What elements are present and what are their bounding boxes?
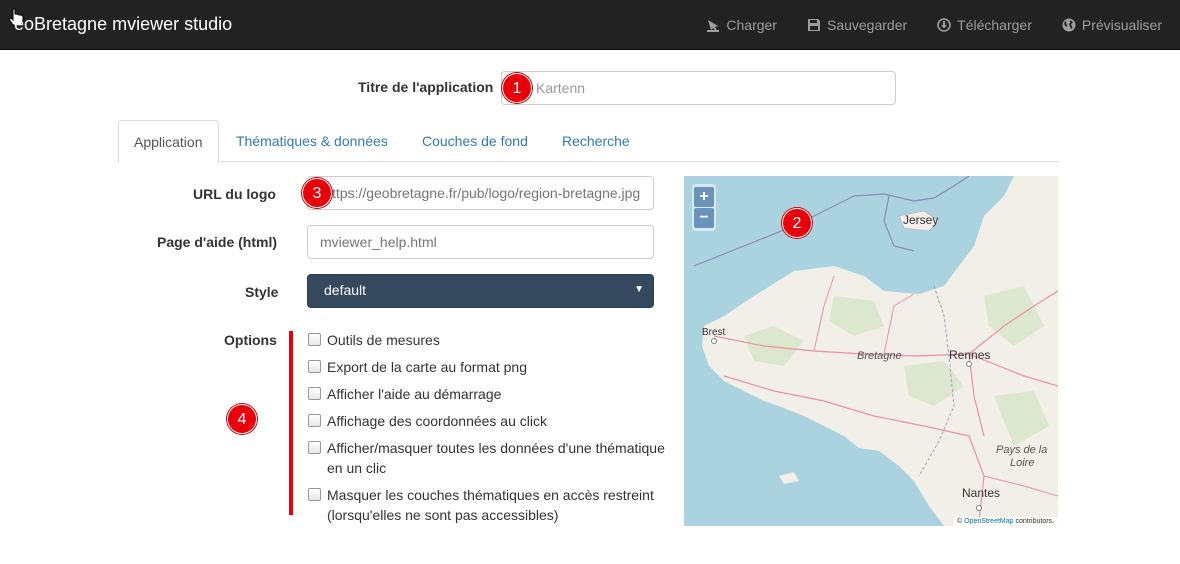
option-checkbox[interactable] — [308, 441, 321, 454]
style-label: Style — [245, 284, 279, 300]
option-label: Affichage des coordonnées au click — [327, 413, 547, 429]
options-label: Options — [224, 332, 277, 348]
map-label-pays-de-la-loire-2: Loire — [1010, 457, 1035, 469]
callout-badge-4: 4 — [227, 404, 257, 434]
option-label: Afficher l'aide au démarrage — [327, 386, 502, 402]
help-page-input[interactable] — [307, 225, 654, 259]
map-label-bretagne: Bretagne — [857, 350, 902, 362]
app-title-label: Titre de l'application — [358, 79, 494, 95]
option-export-png[interactable]: Export de la carte au format png — [308, 357, 668, 377]
osm-link[interactable]: OpenStreetMap — [964, 518, 1013, 525]
style-select[interactable]: default ▼ — [307, 274, 654, 308]
globe-icon — [1062, 18, 1076, 32]
logo-url-label: URL du logo — [193, 186, 276, 202]
map-label-brest: Brest — [702, 327, 726, 338]
city-dot-rennes — [966, 361, 972, 367]
floppy-icon — [807, 19, 820, 31]
maritime-border — [933, 176, 970, 199]
option-checkbox[interactable] — [308, 333, 321, 346]
nav-preview-label: Prévisualiser — [1081, 17, 1162, 33]
map-label-rennes: Rennes — [949, 348, 991, 362]
option-toggle-all-data[interactable]: Afficher/masquer toutes les données d'un… — [308, 438, 668, 478]
nav-save-label: Sauvegarder — [826, 17, 908, 33]
tab-application[interactable]: Application — [118, 120, 219, 163]
option-hide-restricted[interactable]: Masquer les couches thématiques en accès… — [308, 485, 668, 525]
option-label: Afficher/masquer toutes les données d'un… — [327, 440, 665, 476]
option-checkbox[interactable] — [308, 360, 321, 373]
logo-url-input[interactable] — [307, 176, 654, 210]
app-brand[interactable]: éoBretagne mviewer studio — [14, 14, 232, 35]
style-select-value: default — [324, 282, 367, 298]
nav-download-label: Télécharger — [957, 17, 1032, 33]
city-dot-nantes — [976, 505, 982, 511]
option-coordinates-click[interactable]: Affichage des coordonnées au click — [308, 411, 668, 431]
zoom-control: + − — [692, 184, 716, 231]
download-icon — [937, 18, 951, 32]
attribution-suffix: contributors. — [1013, 518, 1054, 525]
nav-load-label: Charger — [726, 17, 777, 33]
top-navbar: éoBretagne mviewer studio Charger Sauveg… — [0, 0, 1180, 50]
options-highlight-bar — [289, 331, 293, 515]
tab-recherche[interactable]: Recherche — [547, 120, 645, 162]
map-label-nantes: Nantes — [962, 486, 1001, 500]
option-help-startup[interactable]: Afficher l'aide au démarrage — [308, 384, 668, 404]
callout-badge-1: 1 — [502, 73, 532, 103]
nav-load-button[interactable]: Charger — [706, 17, 777, 33]
caret-down-icon: ▼ — [634, 284, 644, 295]
navbar-menu: Charger Sauvegarder Télécharger Prévisua… — [676, 0, 1162, 50]
option-label: Outils de mesures — [327, 332, 440, 348]
maritime-border — [693, 193, 935, 267]
option-label: Masquer les couches thématiques en accès… — [327, 487, 654, 523]
tab-thematiques[interactable]: Thématiques & données — [221, 120, 403, 162]
zoom-out-button[interactable]: − — [694, 208, 714, 228]
nav-save-button[interactable]: Sauvegarder — [807, 17, 907, 33]
map-preview[interactable]: + − Jersey Brest Bretagne Rennes Pays de… — [684, 176, 1058, 526]
help-page-label: Page d'aide (html) — [157, 234, 278, 250]
zoom-in-button[interactable]: + — [694, 187, 714, 207]
tab-bar: Application Thématiques & données Couche… — [118, 120, 1058, 163]
option-checkbox[interactable] — [308, 387, 321, 400]
option-measure-tools[interactable]: Outils de mesures — [308, 330, 668, 350]
tab-couches-de-fond[interactable]: Couches de fond — [407, 120, 543, 162]
option-checkbox[interactable] — [308, 488, 321, 501]
island — [779, 472, 799, 484]
map-label-jersey: Jersey — [903, 213, 939, 227]
map-label-pays-de-la-loire-1: Pays de la — [996, 444, 1048, 456]
city-dot-brest — [711, 338, 717, 344]
callout-badge-2: 2 — [782, 208, 812, 238]
map-attribution: © OpenStreetMap contributors. — [953, 517, 1058, 526]
app-title-input[interactable] — [501, 71, 896, 105]
nav-preview-button[interactable]: Prévisualiser — [1062, 17, 1162, 33]
nav-download-button[interactable]: Télécharger — [937, 17, 1032, 33]
upload-icon — [707, 20, 720, 32]
option-label: Export de la carte au format png — [327, 359, 527, 375]
option-checkbox[interactable] — [308, 414, 321, 427]
callout-badge-3: 3 — [302, 178, 332, 208]
